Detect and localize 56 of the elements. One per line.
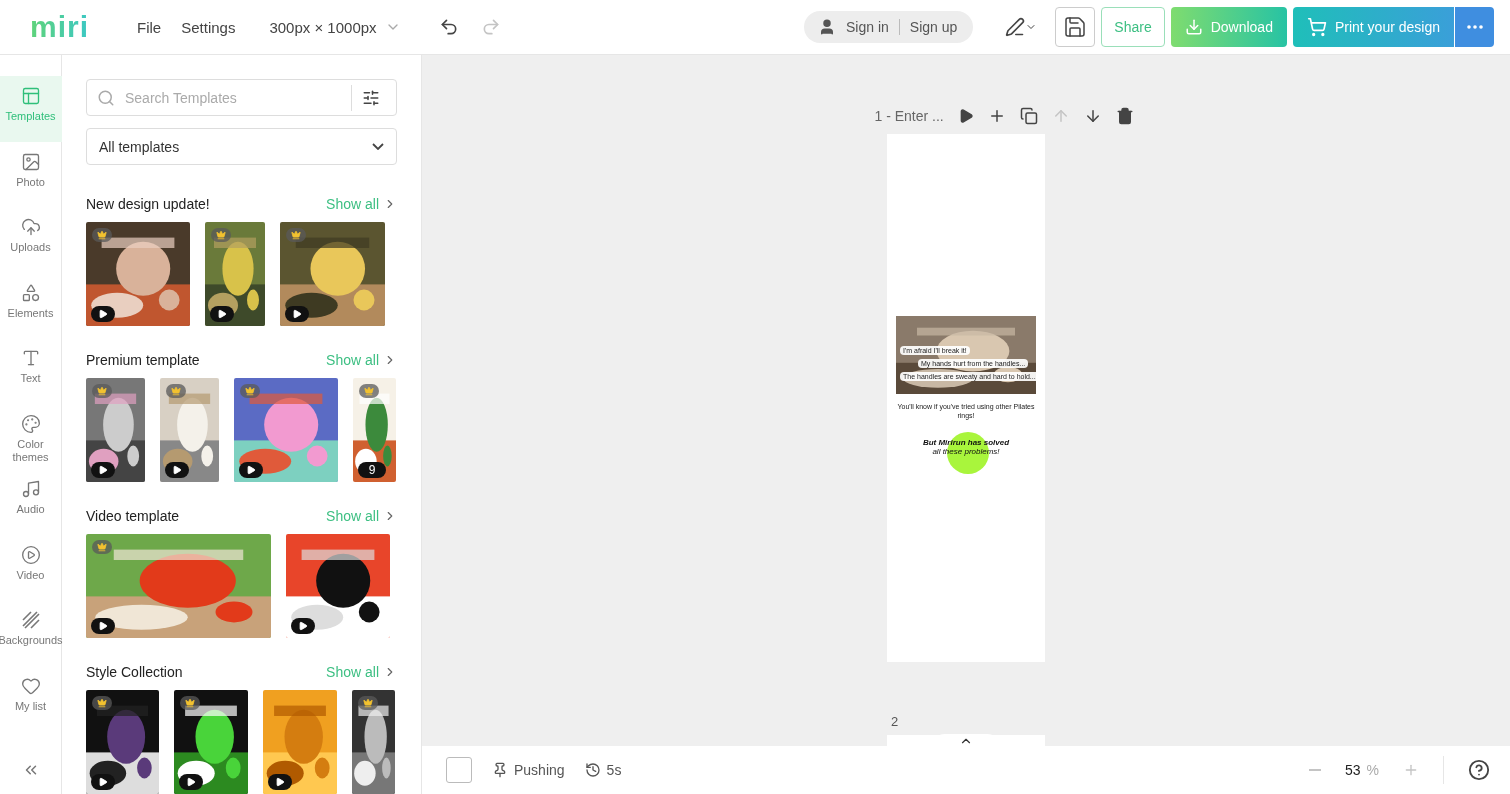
- palette-icon: [20, 413, 41, 434]
- pen-icon: [1005, 17, 1026, 37]
- save-button[interactable]: [1055, 7, 1096, 47]
- music-note-icon: [20, 479, 41, 499]
- autosave-status: Pushing: [492, 762, 565, 778]
- copy-icon: [1019, 107, 1038, 125]
- sidebar-item[interactable]: My list: [0, 665, 62, 731]
- cart-icon: [1306, 17, 1327, 37]
- plus-icon: [1403, 762, 1419, 778]
- hatch-icon: [20, 610, 41, 630]
- sidebar-item[interactable]: Text: [0, 338, 62, 404]
- menu-item[interactable]: File: [127, 14, 172, 40]
- download-icon: [1184, 18, 1203, 36]
- zoom-value[interactable]: 53: [1344, 762, 1361, 778]
- print-button[interactable]: Print your design: [1292, 7, 1454, 47]
- trash-icon: [1115, 107, 1134, 125]
- sidebar-item[interactable]: Elements: [0, 272, 62, 338]
- page-title[interactable]: 1 - Enter ...: [874, 108, 944, 124]
- more-icon: [1466, 25, 1483, 29]
- section-title: Style Collection: [86, 664, 183, 680]
- play-circle-icon: [20, 544, 41, 565]
- sidebar-item[interactable]: Audio: [0, 469, 62, 535]
- chevron-down-icon: [372, 143, 384, 150]
- sidebar-item[interactable]: Photo: [0, 141, 62, 207]
- undo-icon: [438, 17, 459, 37]
- minus-icon: [1308, 769, 1321, 771]
- zoom-unit: %: [1366, 762, 1379, 778]
- menu-item[interactable]: Settings: [171, 14, 246, 40]
- image-icon: [20, 151, 41, 172]
- sidebar-item[interactable]: Video: [0, 534, 62, 600]
- cloud-upload-icon: [20, 217, 41, 237]
- save-icon: [1063, 15, 1088, 39]
- sidebar-item[interactable]: Color themes: [0, 403, 62, 469]
- size-dropdown[interactable]: 300px × 1000px: [259, 14, 411, 40]
- sign-in-link[interactable]: Sign in: [846, 19, 889, 35]
- search-icon: [97, 88, 115, 107]
- section-title: Premium template: [86, 352, 200, 368]
- sidebar-item[interactable]: Backgrounds: [0, 600, 62, 666]
- page-count-badge: 9: [358, 462, 386, 478]
- history-button[interactable]: 5s: [584, 762, 622, 778]
- search-field[interactable]: Search Templates: [86, 79, 397, 116]
- section-title: New design update!: [86, 196, 210, 212]
- history-icon: [584, 762, 601, 778]
- page-number: 2: [890, 714, 900, 729]
- user-icon: [818, 18, 836, 36]
- more-button[interactable]: [1454, 7, 1494, 47]
- pin-icon: [492, 762, 508, 778]
- sliders-icon: [362, 88, 380, 107]
- section-title: Video template: [86, 508, 180, 524]
- category-dropdown[interactable]: All templates: [86, 128, 397, 165]
- layout-icon: [20, 86, 41, 106]
- sidebar-item[interactable]: Uploads: [0, 207, 62, 273]
- sign-up-link[interactable]: Sign up: [909, 19, 958, 35]
- help-icon: [1468, 759, 1490, 781]
- color-swatch[interactable]: [446, 757, 472, 783]
- shapes-icon: [20, 282, 41, 303]
